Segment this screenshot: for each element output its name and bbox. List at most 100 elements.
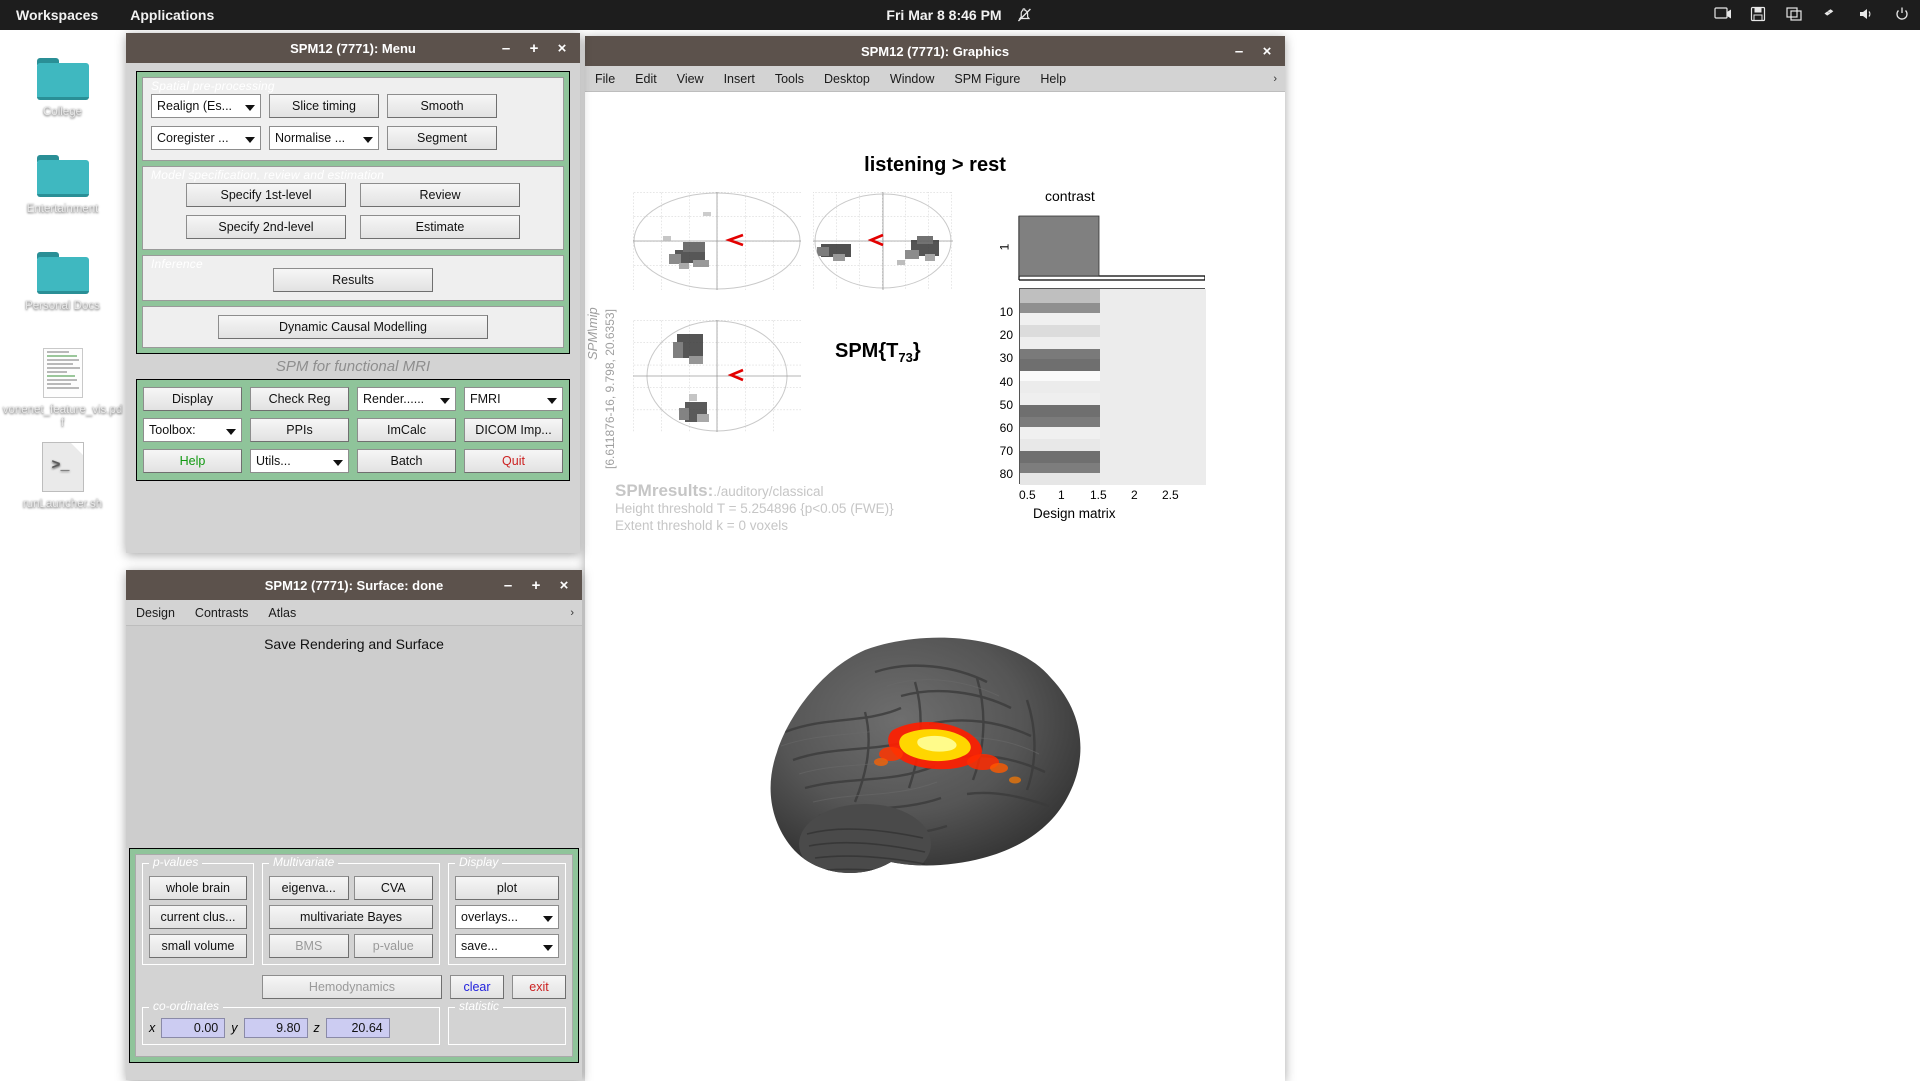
menu-window[interactable]: Window xyxy=(890,72,934,86)
menu-atlas[interactable]: Atlas xyxy=(268,606,296,620)
imcalc-button[interactable]: ImCalc xyxy=(357,418,456,442)
modality-dropdown[interactable]: FMRI xyxy=(464,387,563,411)
graphics-close-button[interactable]: × xyxy=(1253,36,1281,66)
estimate-button[interactable]: Estimate xyxy=(360,215,520,239)
menu-insert[interactable]: Insert xyxy=(724,72,755,86)
menu-maximize-button[interactable]: + xyxy=(520,33,548,63)
surface-minimize-button[interactable]: – xyxy=(494,570,522,600)
surface-menubar[interactable]: Design Contrasts Atlas › xyxy=(126,600,582,626)
clear-button[interactable]: clear xyxy=(450,975,504,999)
plot-button[interactable]: plot xyxy=(455,876,559,900)
render-dropdown[interactable]: Render...... xyxy=(357,387,456,411)
p-value-button[interactable]: p-value xyxy=(353,934,433,958)
surface-titlebar[interactable]: SPM12 (7771): Surface: done – + × xyxy=(126,570,582,600)
segment-button[interactable]: Segment xyxy=(387,126,497,150)
save-dropdown[interactable]: save... xyxy=(455,934,559,958)
screencast-icon[interactable] xyxy=(1714,6,1732,24)
graphics-window-title: SPM12 (7771): Graphics xyxy=(860,43,1010,59)
group-inference: Inference Results xyxy=(142,255,564,301)
menu-titlebar[interactable]: SPM12 (7771): Menu – + × xyxy=(126,33,580,63)
graphics-minimize-button[interactable]: – xyxy=(1225,36,1253,66)
menu-spm-figure[interactable]: SPM Figure xyxy=(954,72,1020,86)
current-cluster-button[interactable]: current clus... xyxy=(149,905,247,929)
multivariate-bayes-button[interactable]: multivariate Bayes xyxy=(269,905,433,929)
x-coordinate-field[interactable]: 0.00 xyxy=(161,1018,226,1038)
ytick-10: 10 xyxy=(999,305,1013,319)
design-matrix-chart[interactable]: contrast 1 10 20 30 40 50 60 70 80 0.5 1… xyxy=(985,188,1235,521)
ytick-30: 30 xyxy=(999,351,1013,365)
normalise-dropdown[interactable]: Normalise ... xyxy=(269,126,379,150)
exit-button[interactable]: exit xyxy=(512,975,566,999)
brain-surface-render[interactable] xyxy=(715,612,1155,942)
design-matrix-image[interactable] xyxy=(1019,288,1206,485)
quit-button[interactable]: Quit xyxy=(464,449,563,473)
menu-tools[interactable]: Tools xyxy=(775,72,804,86)
z-coordinate-field[interactable]: 20.64 xyxy=(325,1018,390,1038)
mip-sagittal-view[interactable] xyxy=(633,192,801,290)
menu-edit[interactable]: Edit xyxy=(635,72,657,86)
menu-desktop[interactable]: Desktop xyxy=(824,72,870,86)
xtick-0: 0.5 xyxy=(1019,488,1036,502)
surface-maximize-button[interactable]: + xyxy=(522,570,550,600)
dicom-import-button[interactable]: DICOM Imp... xyxy=(464,418,563,442)
surface-close-button[interactable]: × xyxy=(550,570,578,600)
save-icon[interactable] xyxy=(1750,6,1768,24)
specify-2nd-level-button[interactable]: Specify 2nd-level xyxy=(186,215,346,239)
mip-coronal-view[interactable] xyxy=(813,192,953,290)
workspaces-menu[interactable]: Workspaces xyxy=(0,0,114,30)
power-icon[interactable] xyxy=(1894,6,1912,24)
group-title: Inference xyxy=(151,257,203,271)
results-button[interactable]: Results xyxy=(273,268,433,292)
y-coordinate-field[interactable]: 9.80 xyxy=(243,1018,308,1038)
eigenvariate-button[interactable]: eigenva... xyxy=(269,876,349,900)
panel-title: Multivariate xyxy=(269,855,339,869)
utils-dropdown[interactable]: Utils... xyxy=(250,449,349,473)
spm-menu-window[interactable]: SPM12 (7771): Menu – + × Spatial pre-pro… xyxy=(126,33,580,553)
graphics-menubar[interactable]: File Edit View Insert Tools Desktop Wind… xyxy=(585,66,1285,92)
help-button[interactable]: Help xyxy=(143,449,242,473)
batch-button[interactable]: Batch xyxy=(357,449,456,473)
graphics-titlebar[interactable]: SPM12 (7771): Graphics – × xyxy=(585,36,1285,66)
cva-button[interactable]: CVA xyxy=(353,876,433,900)
realign-dropdown[interactable]: Realign (Es... xyxy=(151,94,261,118)
display-button[interactable]: Display xyxy=(143,387,242,411)
menu-help[interactable]: Help xyxy=(1040,72,1066,86)
dropbox-icon[interactable] xyxy=(1822,6,1840,24)
overlays-dropdown[interactable]: overlays... xyxy=(455,905,559,929)
dynamic-causal-modelling-button[interactable]: Dynamic Causal Modelling xyxy=(218,315,488,339)
menu-contrasts[interactable]: Contrasts xyxy=(195,606,249,620)
surface-window[interactable]: SPM12 (7771): Surface: done – + × Design… xyxy=(126,570,582,1080)
graphics-window[interactable]: SPM12 (7771): Graphics – × File Edit Vie… xyxy=(585,36,1285,1081)
hemodynamics-button[interactable]: Hemodynamics xyxy=(262,975,442,999)
panel-title: statistic xyxy=(455,999,504,1013)
surface-menubar-overflow-chevron-icon[interactable]: › xyxy=(570,607,574,619)
bms-button[interactable]: BMS xyxy=(269,934,349,958)
menu-design[interactable]: Design xyxy=(136,606,175,620)
smooth-button[interactable]: Smooth xyxy=(387,94,497,118)
small-volume-button[interactable]: small volume xyxy=(149,934,247,958)
review-button[interactable]: Review xyxy=(360,183,520,207)
whole-brain-button[interactable]: whole brain xyxy=(149,876,247,900)
applications-menu[interactable]: Applications xyxy=(114,0,230,30)
bell-muted-icon[interactable] xyxy=(1016,6,1034,24)
ytick-40: 40 xyxy=(999,375,1013,389)
slice-timing-button[interactable]: Slice timing xyxy=(269,94,379,118)
clock-area[interactable]: Fri Mar 8 8:46 PM xyxy=(886,6,1033,24)
window-icon[interactable] xyxy=(1786,6,1804,24)
menu-view[interactable]: View xyxy=(677,72,704,86)
panel-multivariate: Multivariate eigenva... CVA multivariate… xyxy=(262,855,440,965)
clock-label: Fri Mar 8 8:46 PM xyxy=(886,7,1002,23)
toolbox-dropdown[interactable]: Toolbox: xyxy=(143,418,242,442)
menu-minimize-button[interactable]: – xyxy=(492,33,520,63)
coregister-dropdown[interactable]: Coregister ... xyxy=(151,126,261,150)
statistic-label: SPM{T73} xyxy=(835,340,921,365)
check-reg-button[interactable]: Check Reg xyxy=(250,387,349,411)
menu-file[interactable]: File xyxy=(595,72,615,86)
menu-close-button[interactable]: × xyxy=(548,33,576,63)
mip-transverse-view[interactable] xyxy=(633,320,801,432)
specify-1st-level-button[interactable]: Specify 1st-level xyxy=(186,183,346,207)
surface-caption-area: Save Rendering and Surface xyxy=(126,626,582,848)
menubar-overflow-chevron-icon[interactable]: › xyxy=(1273,73,1277,85)
volume-icon[interactable] xyxy=(1858,6,1876,24)
ppis-button[interactable]: PPIs xyxy=(250,418,349,442)
